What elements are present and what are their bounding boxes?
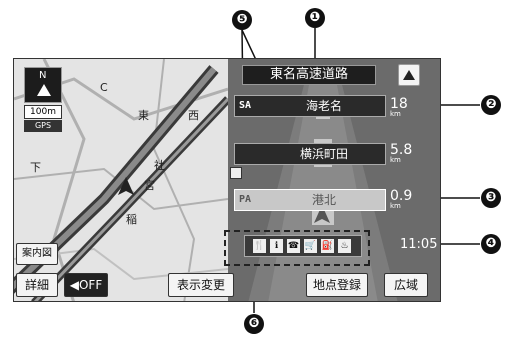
gps-badge: GPS bbox=[24, 120, 62, 132]
facility-name: 海老名 bbox=[305, 99, 342, 113]
map-label-shimo: 下 bbox=[30, 161, 41, 174]
compass-widget[interactable]: N bbox=[24, 67, 62, 103]
guidance-off-button[interactable]: ◀OFF bbox=[64, 273, 108, 297]
facility-distance: 18 km bbox=[390, 96, 408, 118]
map-label-shrine: 社 bbox=[154, 159, 165, 172]
guide-change-button[interactable]: 案内図 bbox=[16, 243, 58, 265]
amenity-highlight-box bbox=[224, 230, 370, 266]
facility-pa-row[interactable]: PA 港北 bbox=[234, 189, 386, 211]
map-label-east: 東 bbox=[138, 109, 149, 122]
detail-button[interactable]: 詳細 bbox=[16, 273, 58, 297]
register-point-button[interactable]: 地点登録 bbox=[306, 273, 368, 297]
scroll-up-button[interactable] bbox=[398, 64, 420, 86]
facility-type: PA bbox=[239, 194, 252, 205]
facility-name: 横浜町田 bbox=[299, 147, 348, 161]
facility-name: 港北 bbox=[311, 193, 336, 207]
map-label-c: C bbox=[100, 81, 108, 94]
current-time: 11:05 bbox=[400, 237, 438, 252]
highway-name-title: 東名高速道路 bbox=[242, 65, 376, 85]
facility-type: SA bbox=[239, 100, 252, 111]
facility-sa-row[interactable]: SA 海老名 bbox=[234, 95, 386, 117]
map-label-ine: 稲 bbox=[126, 213, 137, 226]
facility-distance: 0.9 km bbox=[390, 188, 413, 210]
display-change-button[interactable]: 表示変更 bbox=[168, 273, 234, 297]
map-label-miya: 宮 bbox=[144, 179, 155, 192]
facility-ic-row[interactable]: 横浜町田 bbox=[234, 143, 386, 165]
compass-letter: N bbox=[39, 70, 47, 81]
facility-distance: 5.8 km bbox=[390, 142, 413, 164]
junction-marker-icon bbox=[230, 167, 242, 179]
map-label-west: 西 bbox=[188, 109, 199, 122]
triangle-up-icon bbox=[403, 70, 415, 80]
map-view[interactable]: C 東 西 下 社 宮 稲 N 100m GPS 案内図 bbox=[14, 59, 228, 301]
scale-label: 100m bbox=[24, 105, 62, 119]
wide-area-button[interactable]: 広域 bbox=[384, 273, 428, 297]
compass-arrow-icon bbox=[37, 84, 51, 96]
